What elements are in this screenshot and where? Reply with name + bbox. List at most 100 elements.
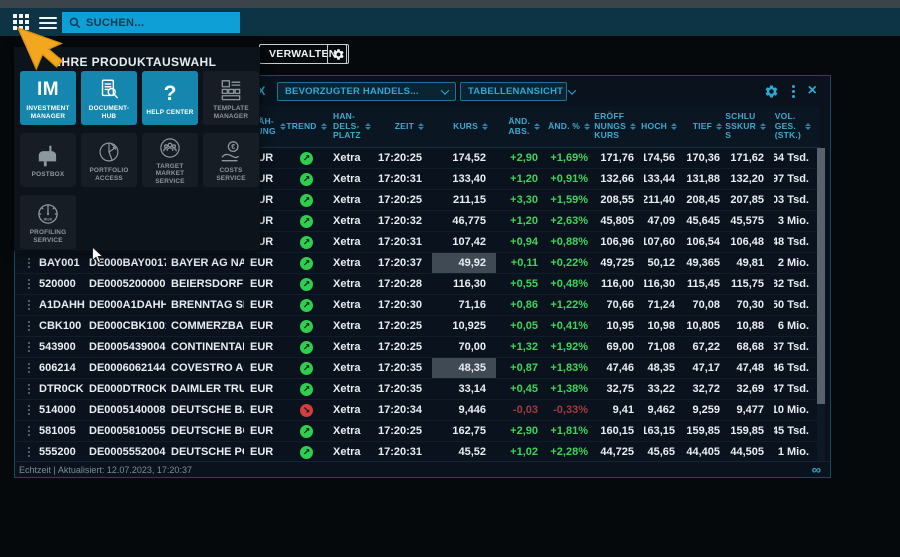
launcher-tile-profiling-service[interactable]: RISKPROFILINGSERVICE (20, 195, 76, 249)
table-row[interactable]: CBK100DE000CBK1001COMMERZBAN...EUR↗Xetra… (15, 316, 820, 337)
cell-price: 70,00 (432, 337, 496, 357)
cell-chg_pct: +1,92% (548, 337, 598, 357)
table-view-dropdown[interactable]: TABELLENANSICHT (460, 82, 567, 101)
column-header-chg_pct[interactable]: ÄND. % (548, 106, 598, 147)
launcher-tile-target-market-service[interactable]: TARGETMARKETSERVICE (142, 133, 198, 187)
cell-price: 162,75 (432, 421, 496, 441)
launcher-tile-portfolio-access[interactable]: PORTFOLIOACCESS (81, 133, 137, 187)
launcher-title: IHRE PRODUKTAUSWAHL (14, 55, 260, 69)
cell-venue: Xetra (323, 400, 374, 420)
row-menu-icon[interactable] (28, 388, 30, 390)
cell-volume: 346 Tsd. (774, 358, 819, 378)
hamburger-menu-icon[interactable] (39, 17, 57, 29)
column-header-chg_abs[interactable]: ÄND.ABS. (496, 106, 548, 147)
row-menu-icon[interactable] (28, 325, 30, 327)
cell-close: 159,85 (730, 421, 774, 441)
launcher-tile-investment-manager[interactable]: IMINVESTMENTMANAGER (20, 71, 76, 125)
row-menu-icon[interactable] (28, 304, 30, 306)
cell-venue: Xetra (323, 379, 374, 399)
tile-label: TEMPLATEMANAGER (213, 105, 249, 120)
cell-trend: ↗ (290, 190, 323, 210)
column-header-high[interactable]: HOCH (644, 106, 685, 147)
cell-name: BEIERSDORF A... (166, 274, 244, 294)
cell-isin: DE000A1DAHH0 (86, 295, 166, 315)
table-row[interactable]: BAY001DE000BAY0017BAYER AG NA O...EUR↗Xe… (15, 253, 820, 274)
column-header-venue[interactable]: HAN-DELS-PLATZ (323, 106, 374, 147)
cell-trend: ↗ (290, 169, 323, 189)
cell-close: 44,505 (730, 442, 774, 462)
column-header-volume[interactable]: VOL.GES.(STK.) (774, 106, 819, 147)
cell-currency: EUR (244, 421, 290, 441)
table-row[interactable]: 581005DE0005810055DEUTSCHE BO...EUR↗Xetr… (15, 421, 820, 442)
table-row[interactable]: 555200DE0005552004DEUTSCHE PO...EUR↗Xetr… (15, 442, 820, 463)
cell-currency: EUR (244, 274, 290, 294)
row-menu-icon[interactable] (28, 409, 30, 411)
cell-price: 133,40 (432, 169, 496, 189)
cell-open: 47,46 (598, 358, 644, 378)
scrollbar-thumb[interactable] (817, 148, 825, 404)
launcher-tile-template-manager[interactable]: TEMPLATEMANAGER (203, 71, 259, 125)
trend-up-icon: ↗ (300, 320, 313, 333)
widget-close-icon[interactable]: × (808, 84, 817, 98)
table-row[interactable]: 606214DE0006062144COVESTRO AG ...EUR↗Xet… (15, 358, 820, 379)
link-icon[interactable]: ∞ (812, 465, 821, 475)
row-menu-icon[interactable] (28, 262, 30, 264)
column-header-trend[interactable]: TREND (290, 106, 323, 147)
trend-up-icon: ↗ (300, 173, 313, 186)
cell-wkn: 606214 (33, 358, 86, 378)
widget-gear-icon[interactable] (764, 84, 779, 99)
search-input[interactable]: SUCHEN... (62, 12, 240, 33)
launcher-tile-document-hub[interactable]: DOCUMENT-HUB (81, 71, 137, 125)
sort-icon (760, 123, 766, 131)
row-menu-icon[interactable] (28, 367, 30, 369)
tile-label: POSTBOX (32, 171, 65, 178)
row-menu-icon[interactable] (28, 430, 30, 432)
launcher-tile-help-center[interactable]: ?HELP CENTER (142, 71, 198, 125)
table-row[interactable]: DTR0CKDE000DTR0CK8DAIMLER TRUC...EUR↗Xet… (15, 379, 820, 400)
cell-time: 17:20:25 (374, 148, 432, 168)
table-row[interactable]: 543900DE0005439004CONTINENTAL ...EUR↗Xet… (15, 337, 820, 358)
cell-high: 163,15 (644, 421, 685, 441)
preferred-exchange-dropdown[interactable]: BEVORZUGTER HANDELS... (277, 82, 456, 101)
row-menu-icon[interactable] (28, 451, 30, 453)
cell-volume: 6 Mio. (774, 316, 819, 336)
cell-isin: DE0005810055 (86, 421, 166, 441)
cell-low: 44,405 (685, 442, 730, 462)
cell-close: 207,85 (730, 190, 774, 210)
postbox-icon (35, 142, 61, 170)
dropdown-label: TABELLENANSICHT (468, 86, 563, 97)
column-header-low[interactable]: TIEF (685, 106, 730, 147)
widget-kebab-menu-icon[interactable] (792, 85, 795, 98)
cell-high: 50,12 (644, 253, 685, 273)
table-scrollbar[interactable] (817, 148, 825, 463)
cell-chg_pct: +1,69% (548, 148, 598, 168)
column-header-price[interactable]: KURS (432, 106, 496, 147)
cell-menu (15, 253, 33, 273)
column-header-close[interactable]: SCHLUSSKURS (730, 106, 774, 147)
cell-time: 17:20:32 (374, 211, 432, 231)
cell-trend: ↗ (290, 211, 323, 231)
table-row[interactable]: A1DAHHDE000A1DAHH0BRENNTAG SE ...EUR↗Xet… (15, 295, 820, 316)
launcher-tile-costs-service[interactable]: €COSTSSERVICE (203, 133, 259, 187)
svg-text:€: € (231, 144, 235, 151)
launcher-tile-postbox[interactable]: POSTBOX (20, 133, 76, 187)
cell-time: 17:20:37 (374, 253, 432, 273)
row-menu-icon[interactable] (28, 346, 30, 348)
table-row[interactable]: 520000DE0005200000BEIERSDORF A...EUR↗Xet… (15, 274, 820, 295)
cell-trend: ↘ (290, 400, 323, 420)
cell-time: 17:20:31 (374, 442, 432, 462)
app-launcher-button[interactable] (13, 14, 30, 31)
cell-low: 131,88 (685, 169, 730, 189)
column-header-time[interactable]: ZEIT (374, 106, 432, 147)
search-icon (69, 17, 81, 29)
toolbar-gear-button[interactable] (327, 44, 349, 64)
cell-close: 49,81 (730, 253, 774, 273)
row-menu-icon[interactable] (28, 283, 30, 285)
cell-name: COVESTRO AG ... (166, 358, 244, 378)
cell-volume: 537 Tsd. (774, 337, 819, 357)
column-header-open[interactable]: ERÖFFNUNGSKURS (598, 106, 644, 147)
cell-chg_abs: +0,87 (496, 358, 548, 378)
cell-menu (15, 442, 33, 462)
cell-chg_abs: +1,32 (496, 337, 548, 357)
table-row[interactable]: 514000DE0005140008DEUTSCHE BA...EUR↘Xetr… (15, 400, 820, 421)
